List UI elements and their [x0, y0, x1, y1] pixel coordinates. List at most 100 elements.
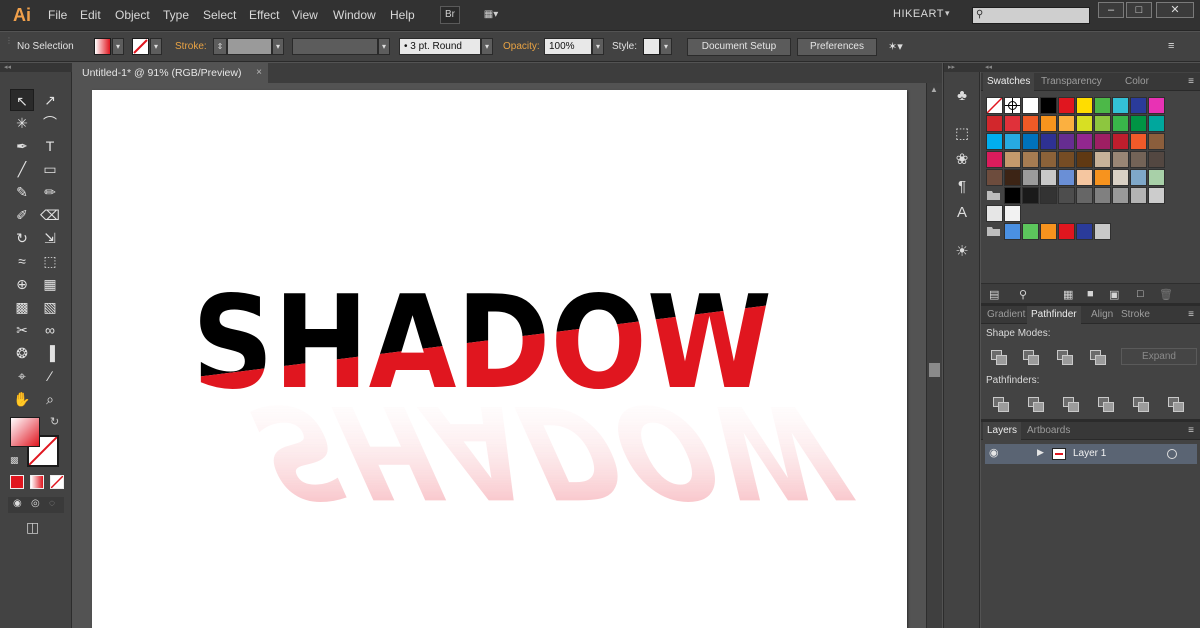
close-tab-icon[interactable]: ×	[256, 63, 262, 83]
minus-back-icon[interactable]	[1168, 397, 1184, 412]
swatch[interactable]	[1112, 115, 1129, 132]
panel-menu-icon[interactable]: ≡	[1188, 76, 1194, 87]
swatch[interactable]	[1094, 97, 1111, 114]
gradient-mode-button[interactable]	[30, 475, 44, 489]
swatch[interactable]	[1058, 97, 1075, 114]
swatch[interactable]	[1040, 115, 1057, 132]
swatch[interactable]	[1148, 169, 1165, 186]
layer-row[interactable]: ◉ ▶ Layer 1	[985, 444, 1197, 464]
menu-help[interactable]: Help	[390, 8, 415, 22]
swatch[interactable]	[1112, 133, 1129, 150]
swatch[interactable]	[1112, 97, 1129, 114]
brushes-icon[interactable]: ❀	[950, 149, 974, 171]
document-tab[interactable]: Untitled-1* @ 91% (RGB/Preview) ×	[72, 63, 268, 83]
opacity-dropdown[interactable]: ▾	[592, 38, 604, 55]
menu-effect[interactable]: Effect	[249, 8, 279, 22]
swatch[interactable]	[986, 133, 1003, 150]
menu-type[interactable]: Type	[163, 8, 189, 22]
swatch[interactable]	[1130, 151, 1147, 168]
swatch[interactable]	[1004, 133, 1021, 150]
graphic-style-dropdown[interactable]: ▾	[660, 38, 672, 55]
close-window-button[interactable]: ✕	[1156, 2, 1194, 18]
slice-tool[interactable]: ∕	[38, 365, 62, 387]
expand-button[interactable]: Expand	[1121, 348, 1197, 365]
appearance-icon[interactable]: ☀	[950, 241, 974, 263]
swatch-libraries-icon[interactable]: ▤	[989, 288, 999, 301]
blob-brush-tool[interactable]: ✐	[10, 204, 34, 226]
tab-stroke[interactable]: Stroke	[1117, 306, 1154, 324]
fill-swatch[interactable]	[94, 38, 111, 55]
visibility-eye-icon[interactable]: ◉	[989, 446, 999, 459]
swatch[interactable]	[986, 151, 1003, 168]
trash-icon[interactable]: 🗑	[1159, 288, 1173, 301]
swatch[interactable]	[1148, 151, 1165, 168]
preferences-button[interactable]: Preferences	[797, 38, 877, 56]
brush-definition-dropdown[interactable]: ▾	[481, 38, 493, 55]
stroke-label[interactable]: Stroke:	[175, 41, 207, 52]
scale-tool[interactable]: ⇲	[38, 227, 62, 249]
menu-select[interactable]: Select	[203, 8, 236, 22]
swatch[interactable]	[1130, 97, 1147, 114]
panel-menu-icon[interactable]: ≡	[1188, 309, 1194, 320]
swap-fill-stroke-icon[interactable]: ↻	[50, 415, 59, 428]
tab-color[interactable]: Color	[1121, 73, 1153, 91]
swatch-kinds-icon[interactable]: ⚲	[1019, 288, 1027, 301]
perspective-grid-tool[interactable]: ▦	[38, 273, 62, 295]
swatch[interactable]	[1058, 115, 1075, 132]
swatch[interactable]	[1058, 133, 1075, 150]
draw-inside-icon[interactable]: ◌	[49, 498, 55, 509]
line-tool[interactable]: ╱	[10, 158, 34, 180]
layer-name[interactable]: Layer 1	[1073, 448, 1106, 459]
outline-icon[interactable]	[1133, 397, 1149, 412]
width-tool[interactable]: ≈	[10, 250, 34, 272]
canvas-area[interactable]: SHADOW SHADOW SHADOW	[72, 83, 926, 628]
swatch[interactable]	[986, 205, 1003, 222]
artboards-icon[interactable]: ⬚	[950, 123, 974, 145]
swatch-none[interactable]	[986, 97, 1003, 114]
swatch[interactable]	[1076, 133, 1093, 150]
crop-icon[interactable]	[1098, 397, 1114, 412]
rectangle-tool[interactable]: ▭	[38, 158, 62, 180]
panel-menu-icon[interactable]: ≡	[1188, 425, 1194, 436]
swatch[interactable]	[1004, 151, 1021, 168]
swatch[interactable]	[1022, 97, 1039, 114]
menu-file[interactable]: File	[48, 8, 67, 22]
swatch[interactable]	[1058, 151, 1075, 168]
folder-icon[interactable]: ▣	[1109, 288, 1119, 301]
workspace-switcher[interactable]: HIKEART	[893, 8, 944, 20]
scroll-up-icon[interactable]: ▲	[930, 85, 938, 94]
swatch[interactable]	[1040, 97, 1057, 114]
mesh-tool[interactable]: ▩	[10, 296, 34, 318]
artboard-tool[interactable]: ⌖	[10, 365, 34, 387]
tab-align[interactable]: Align	[1087, 306, 1117, 324]
swatch[interactable]	[1040, 133, 1057, 150]
swatch[interactable]	[1094, 187, 1111, 204]
pencil-tool[interactable]: ✏	[38, 181, 62, 203]
tab-gradient[interactable]: Gradient	[983, 306, 1029, 324]
shape-builder-tool[interactable]: ⊕	[10, 273, 34, 295]
swatch[interactable]	[1076, 169, 1093, 186]
target-icon[interactable]	[1167, 449, 1177, 459]
minus-front-icon[interactable]	[1023, 350, 1039, 365]
swatch[interactable]	[1148, 133, 1165, 150]
shadow-artwork[interactable]: SHADOW SHADOW SHADOW	[92, 90, 907, 628]
swatch[interactable]	[1094, 115, 1111, 132]
swatch[interactable]	[986, 115, 1003, 132]
stroke-weight-stepper[interactable]: ⇕	[213, 38, 227, 55]
swatch[interactable]	[1076, 187, 1093, 204]
swatch[interactable]	[1076, 115, 1093, 132]
none-mode-button[interactable]	[50, 475, 64, 489]
swatch[interactable]	[1130, 169, 1147, 186]
screen-mode-icon[interactable]: ◫	[26, 519, 39, 536]
tab-transparency[interactable]: Transparency	[1037, 73, 1106, 91]
control-panel-menu-icon[interactable]: ≡	[1168, 40, 1174, 52]
swatch[interactable]	[1004, 169, 1021, 186]
swatch[interactable]	[986, 169, 1003, 186]
swatch[interactable]	[1022, 169, 1039, 186]
symbols-icon[interactable]: ♣	[950, 85, 974, 107]
swatch[interactable]	[1094, 151, 1111, 168]
arrange-icon[interactable]: ✶▾	[888, 40, 903, 53]
swatch[interactable]	[1112, 169, 1129, 186]
swatch[interactable]	[1094, 169, 1111, 186]
stroke-dropdown[interactable]: ▾	[150, 38, 162, 55]
